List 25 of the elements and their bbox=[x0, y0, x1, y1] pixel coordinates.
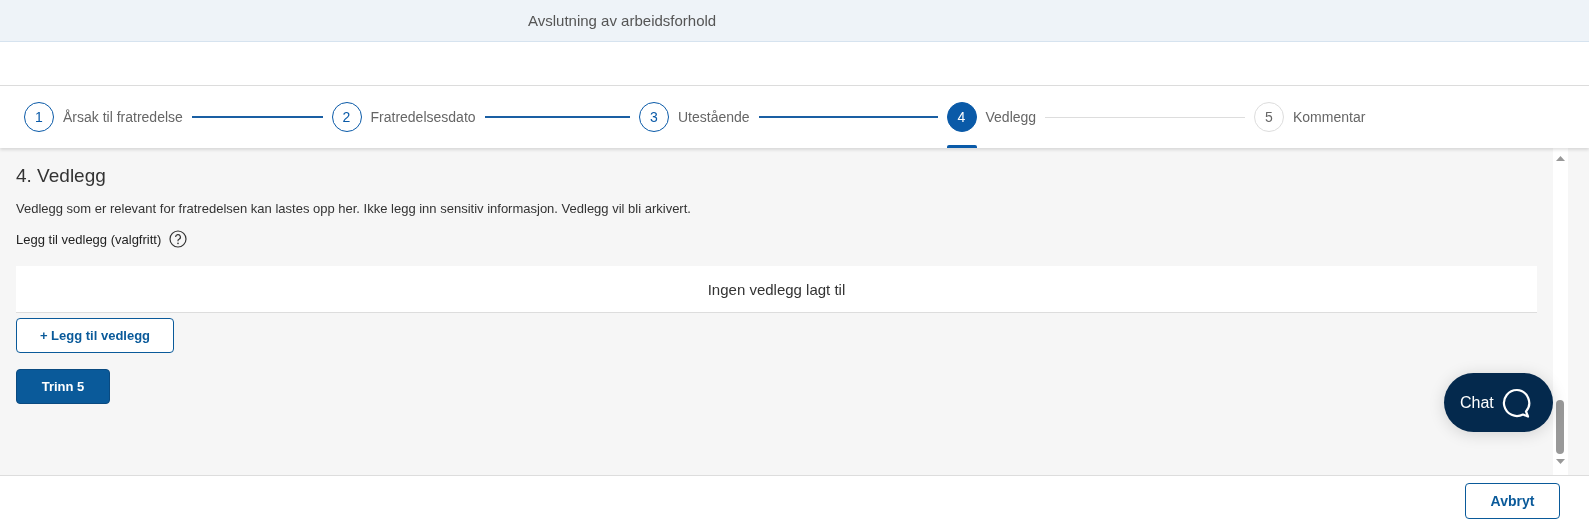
help-icon[interactable] bbox=[169, 230, 188, 248]
step-label[interactable]: Vedlegg bbox=[985, 109, 1037, 125]
scroll-thumb[interactable] bbox=[1556, 400, 1564, 454]
next-step-button[interactable]: Trinn 5 bbox=[16, 369, 110, 404]
step-number[interactable]: 1 bbox=[24, 102, 54, 132]
step-number[interactable]: 2 bbox=[331, 102, 362, 132]
section-heading: 4. Vedlegg bbox=[16, 165, 107, 187]
attachment-list: Ingen vedlegg lagt til bbox=[16, 266, 1537, 313]
step-label[interactable]: Utestående bbox=[678, 109, 750, 125]
step-label[interactable]: Årsak til fratredelse bbox=[63, 109, 183, 125]
add-attachment-button[interactable]: + Legg til vedlegg bbox=[16, 318, 174, 353]
scroll-up-icon[interactable] bbox=[1553, 154, 1568, 162]
scrollbar[interactable] bbox=[1553, 148, 1568, 475]
field-label: Legg til vedlegg (valgfritt) bbox=[16, 231, 162, 247]
step-number[interactable]: 3 bbox=[639, 102, 669, 132]
step-label[interactable]: Fratredelsesdato bbox=[370, 109, 476, 125]
active-step-indicator bbox=[946, 145, 977, 148]
page-title: Avslutning av arbeidsforhold bbox=[528, 12, 717, 29]
speech-bubble-icon bbox=[1501, 386, 1533, 419]
section-description: Vedlegg som er relevant for fratredelsen kan lastes opp her. Ikke legg inn sensitiv informasjon. Vedlegg vil bli arkivert. bbox=[16, 201, 692, 216]
step-number[interactable]: 4 bbox=[946, 102, 977, 132]
scroll-down-icon[interactable] bbox=[1553, 458, 1568, 466]
cancel-button[interactable]: Avbryt bbox=[1465, 482, 1560, 519]
step-label[interactable]: Kommentar bbox=[1293, 109, 1366, 125]
step-number[interactable]: 5 bbox=[1254, 102, 1284, 132]
